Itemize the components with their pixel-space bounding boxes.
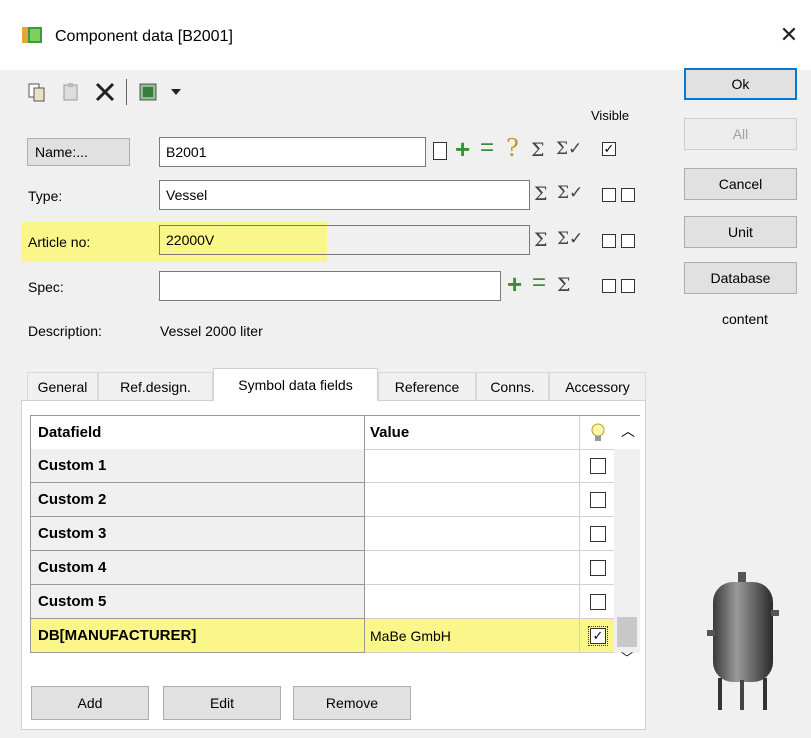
row-visible-checkbox[interactable] [590,526,606,542]
delete-icon[interactable] [92,79,118,105]
row-value[interactable] [365,449,580,483]
row-visible [580,585,615,619]
minus-icon[interactable]: = [480,134,494,162]
database-content-label: content [722,311,768,327]
description-label: Description: [28,323,102,339]
spec-field[interactable] [159,271,501,301]
toolbar [24,79,183,105]
row-value[interactable] [365,483,580,517]
row-visible-checkbox[interactable] [590,492,606,508]
add-button[interactable]: Add [31,686,149,720]
type-checkbox-2[interactable] [621,188,635,202]
table-row[interactable]: Custom 4 [30,551,640,585]
sigma-icon[interactable]: Σ [531,139,544,161]
tab-reference[interactable]: Reference [378,372,476,400]
row-name: Custom 2 [31,483,365,517]
type-sigma-icon[interactable]: Σ [534,183,547,205]
article-label: Article no: [28,234,91,250]
ok-button[interactable]: Ok [684,68,797,100]
all-button[interactable]: All [684,118,797,150]
visible-header: Visible [591,108,630,123]
edit-button[interactable]: Edit [163,686,281,720]
type-checkbox-1[interactable] [602,188,616,202]
row-visible [580,551,615,585]
spec-plus-icon[interactable]: + [507,269,522,300]
row-visible-checkbox[interactable]: ✓ [588,626,608,646]
table-row[interactable]: Custom 5 [30,585,640,619]
copy-icon[interactable] [24,79,50,105]
remove-button[interactable]: Remove [293,686,411,720]
article-sigma-check-icon[interactable]: Σ✓ [557,229,583,249]
row-visible-checkbox[interactable] [590,594,606,610]
article-checkbox-2[interactable] [621,234,635,248]
datafield-grid: Datafield Value ︿ Custom 1 Custom 2 Cust… [30,415,640,665]
app-icon [21,25,43,45]
table-row[interactable]: Custom 2 [30,483,640,517]
cancel-button[interactable]: Cancel [684,168,797,200]
type-label: Type: [28,188,63,204]
row-value[interactable] [365,585,580,619]
lightbulb-icon [590,423,606,446]
window-title: Component data [B2001] [55,28,233,45]
unit-button[interactable]: Unit [684,216,797,248]
row-visible [580,449,615,483]
row-value[interactable] [365,551,580,585]
table-row[interactable]: DB[MANUFACTURER] MaBe GmbH ✓ [30,619,640,653]
scroll-down-icon[interactable]: ﹀ [614,652,640,665]
row-name: Custom 4 [31,551,365,585]
spec-checkbox-2[interactable] [621,279,635,293]
row-name: DB[MANUFACTURER] [31,619,365,653]
toolbar-separator [126,79,127,105]
question-icon[interactable]: ? [506,134,519,162]
table-row[interactable]: Custom 1 [30,449,640,483]
spec-minus-icon[interactable]: = [532,269,546,297]
dropdown-arrow-icon[interactable] [169,79,183,105]
spec-label: Spec: [28,279,64,295]
article-checkbox-1[interactable] [602,234,616,248]
name-button[interactable]: Name:... [27,138,130,166]
sigma-check-icon[interactable]: Σ✓ [556,139,582,159]
database-button[interactable]: Database [684,262,797,294]
row-visible [580,517,615,551]
spec-checkbox-1[interactable] [602,279,616,293]
header-value[interactable]: Value [365,416,580,450]
table-row[interactable]: Custom 3 [30,517,640,551]
row-visible: ✓ [580,619,615,653]
row-visible-checkbox[interactable] [590,458,606,474]
article-sigma-icon[interactable]: Σ [534,229,547,251]
row-value[interactable]: MaBe GmbH [365,619,580,653]
list-icon[interactable] [433,142,447,160]
row-name: Custom 3 [31,517,365,551]
row-name: Custom 1 [31,449,365,483]
tab-conns[interactable]: Conns. [476,372,549,400]
description-value: Vessel 2000 liter [160,323,263,339]
header-datafield[interactable]: Datafield [31,416,365,450]
article-field[interactable]: 22000V [159,225,530,255]
spec-sigma-icon[interactable]: Σ [557,274,570,296]
database-icon[interactable] [135,79,161,105]
row-visible [580,483,615,517]
tab-general[interactable]: General [27,372,98,400]
scrollbar-track[interactable] [614,449,640,653]
type-field[interactable]: Vessel [159,180,530,210]
row-value[interactable] [365,517,580,551]
grid-header-row: Datafield Value ︿ [30,415,641,450]
row-visible-checkbox[interactable] [590,560,606,576]
scroll-up-icon[interactable]: ︿ [615,416,641,450]
name-field[interactable]: B2001 [159,137,426,167]
header-visible[interactable] [580,416,615,450]
tab-symbol-data-fields[interactable]: Symbol data fields [213,368,378,401]
paste-icon[interactable] [58,79,84,105]
close-icon[interactable]: ✕ [776,22,802,48]
vessel-image [693,570,793,720]
scrollbar-thumb[interactable] [617,617,637,647]
tab-ref-design[interactable]: Ref.design. [98,372,213,400]
name-visible-checkbox[interactable]: ✓ [602,142,616,156]
row-name: Custom 5 [31,585,365,619]
tab-accessory[interactable]: Accessory [549,372,646,400]
plus-icon[interactable]: + [455,134,470,165]
type-sigma-check-icon[interactable]: Σ✓ [557,183,583,203]
